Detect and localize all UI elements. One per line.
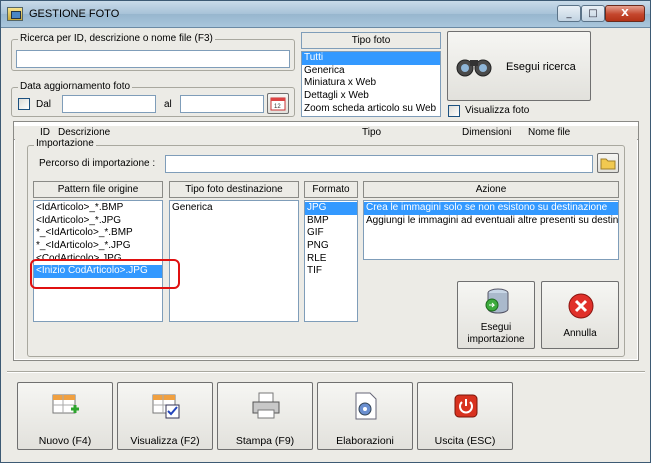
import-group-label: Importazione [34, 138, 96, 149]
show-photo-checkbox[interactable] [448, 105, 460, 117]
pattern-item[interactable]: <IdArticolo>_*.BMP [34, 202, 162, 215]
browse-button[interactable] [597, 153, 619, 173]
new-record-icon [52, 394, 79, 414]
date-filter-checkbox[interactable] [18, 98, 30, 110]
path-label: Percorso di importazione : [39, 158, 156, 169]
view-button[interactable]: Visualizza (F2) [117, 382, 213, 450]
folder-icon [600, 158, 616, 170]
maximize-button[interactable]: □ [581, 5, 605, 22]
pattern-item[interactable]: *_<IdArticolo>_*.BMP [34, 227, 162, 240]
pattern-header: Pattern file origine [33, 181, 163, 198]
format-item[interactable]: GIF [305, 227, 357, 240]
search-group: Ricerca per ID, descrizione o nome file … [11, 33, 295, 71]
pattern-item[interactable]: *_<IdArticolo>_*.JPG [34, 240, 162, 253]
calendar-icon: 12 [270, 97, 286, 111]
tipo-foto-item[interactable]: Miniatura x Web [302, 77, 440, 90]
print-button[interactable]: Stampa (F9) [217, 382, 313, 450]
format-item[interactable]: RLE [305, 253, 357, 266]
date-group: Data aggiornamento foto Dal al 12 [11, 81, 295, 117]
view-record-icon [152, 394, 180, 419]
power-icon [454, 394, 478, 418]
app-icon [7, 7, 23, 21]
date-to-input[interactable] [180, 95, 264, 113]
format-list[interactable]: JPG BMP GIF PNG RLE TIF [304, 200, 358, 322]
format-item[interactable]: JPG [305, 202, 357, 215]
main-window: GESTIONE FOTO _ □ X Ricerca per ID, desc… [0, 0, 651, 463]
close-button[interactable]: X [605, 5, 645, 22]
tipo-foto-list[interactable]: Tutti Generica Miniatura x Web Dettagli x W… [301, 51, 441, 117]
run-import-label-2: importazione [467, 334, 525, 345]
title-bar: GESTIONE FOTO _ □ X [1, 1, 650, 28]
from-label: Dal [36, 99, 52, 110]
tipo-foto-item[interactable]: Generica [302, 65, 440, 78]
format-item[interactable]: PNG [305, 240, 357, 253]
search-input[interactable] [16, 50, 290, 68]
show-photo-label: Visualizza foto [465, 105, 530, 116]
action-header: Azione [363, 181, 619, 198]
binoculars-icon [456, 59, 492, 77]
new-button-label: Nuovo (F4) [38, 435, 92, 447]
database-import-icon [485, 288, 509, 314]
toolbar-separator [7, 371, 645, 373]
tipo-foto-item[interactable]: Zoom scheda articolo su Web [302, 103, 440, 116]
search-button-label: Esegui ricerca [506, 61, 576, 73]
date-from-input[interactable] [62, 95, 156, 113]
minimize-button[interactable]: _ [557, 5, 581, 22]
dest-header: Tipo foto destinazione [169, 181, 299, 198]
exit-button[interactable]: Uscita (ESC) [417, 382, 513, 450]
document-gear-icon [355, 392, 377, 420]
new-button[interactable]: Nuovo (F4) [17, 382, 113, 450]
action-list[interactable]: Crea le immagini solo se non esistono su… [363, 200, 619, 260]
format-item[interactable]: BMP [305, 215, 357, 228]
tipo-foto-item[interactable]: Tutti [302, 52, 440, 65]
run-import-label-1: Esegui [480, 322, 512, 333]
view-button-label: Visualizza (F2) [130, 435, 200, 447]
cancel-label: Annulla [563, 328, 597, 339]
date-group-label: Data aggiornamento foto [18, 81, 133, 92]
highlight-annotation [30, 259, 180, 289]
format-item[interactable]: TIF [305, 265, 357, 278]
action-item[interactable]: Crea le immagini solo se non esistono su… [364, 202, 618, 215]
cancel-button[interactable]: Annulla [541, 281, 619, 349]
print-button-label: Stampa (F9) [235, 435, 295, 447]
cancel-icon [568, 293, 594, 319]
format-header: Formato [304, 181, 358, 198]
import-panel: Importazione Percorso di importazione : … [15, 137, 637, 359]
tipo-foto-item[interactable]: Dettagli x Web [302, 90, 440, 103]
svg-text:12: 12 [274, 104, 281, 110]
to-label: al [164, 99, 172, 110]
action-item[interactable]: Aggiungi le immagini ad eventuali altre … [364, 215, 618, 228]
window-title: GESTIONE FOTO [29, 8, 120, 20]
tipo-foto-header: Tipo foto [301, 32, 441, 49]
dest-list[interactable]: Generica [169, 200, 299, 322]
path-input[interactable] [165, 155, 593, 173]
search-button[interactable]: Esegui ricerca [447, 31, 591, 101]
search-group-label: Ricerca per ID, descrizione o nome file … [18, 33, 215, 44]
run-import-button[interactable]: Esegui importazione [457, 281, 535, 349]
dest-item[interactable]: Generica [170, 202, 298, 215]
calendar-button[interactable]: 12 [267, 93, 289, 114]
exit-button-label: Uscita (ESC) [434, 435, 496, 447]
process-button[interactable]: Elaborazioni [317, 382, 413, 450]
process-button-label: Elaborazioni [336, 435, 394, 447]
printer-icon [252, 392, 280, 419]
pattern-item[interactable]: <IdArticolo>_*.JPG [34, 215, 162, 228]
